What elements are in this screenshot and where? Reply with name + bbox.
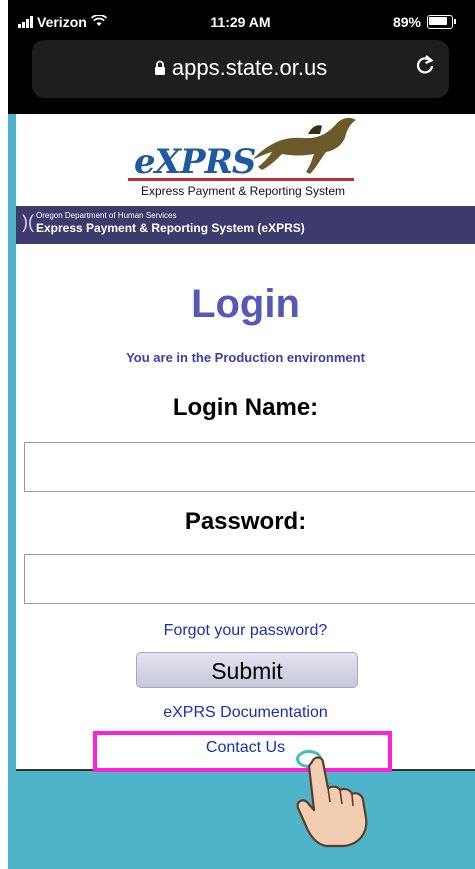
reload-icon[interactable] bbox=[415, 54, 435, 83]
agency-ribbon: )( Oregon Department of Human Services E… bbox=[16, 206, 475, 244]
battery-icon bbox=[427, 15, 456, 29]
address-bar[interactable]: apps.state.or.us bbox=[32, 40, 449, 98]
forgot-password-link[interactable]: Forgot your password? bbox=[16, 622, 475, 640]
submit-button[interactable]: Submit bbox=[136, 652, 358, 688]
dept-name: Oregon Department of Human Services bbox=[36, 211, 177, 220]
racehorse-logo-icon bbox=[253, 117, 356, 174]
page-title: Login bbox=[191, 282, 300, 326]
login-name-label: Login Name: bbox=[172, 394, 319, 421]
battery-percent: 89% bbox=[392, 14, 421, 30]
status-bar: Verizon 11:29 AM 89% bbox=[18, 10, 463, 34]
system-name: Express Payment & Reporting System (eXPR… bbox=[36, 221, 305, 235]
logo-tagline: Express Payment & Reporting System bbox=[140, 184, 346, 198]
login-name-input[interactable] bbox=[24, 442, 475, 492]
password-input[interactable] bbox=[24, 554, 475, 604]
battery-group: 89% bbox=[392, 14, 456, 30]
lock-icon bbox=[154, 55, 172, 80]
url-display[interactable]: apps.state.or.us bbox=[32, 55, 449, 81]
exprs-documentation-link[interactable]: eXPRS Documentation bbox=[16, 704, 475, 722]
environment-note: You are in the Production environment bbox=[126, 350, 365, 365]
exprs-banner: eXPRS Express Payment & Reporting System bbox=[16, 114, 475, 206]
logo-underline bbox=[128, 178, 354, 181]
oregon-dhs-icon: )( bbox=[22, 212, 34, 232]
url-text: apps.state.or.us bbox=[171, 55, 328, 80]
login-page: eXPRS Express Payment & Reporting System… bbox=[16, 114, 475, 771]
password-label: Password: bbox=[184, 508, 307, 535]
exprs-logo: eXPRS bbox=[134, 142, 256, 182]
pointing-hand-icon bbox=[296, 756, 368, 848]
